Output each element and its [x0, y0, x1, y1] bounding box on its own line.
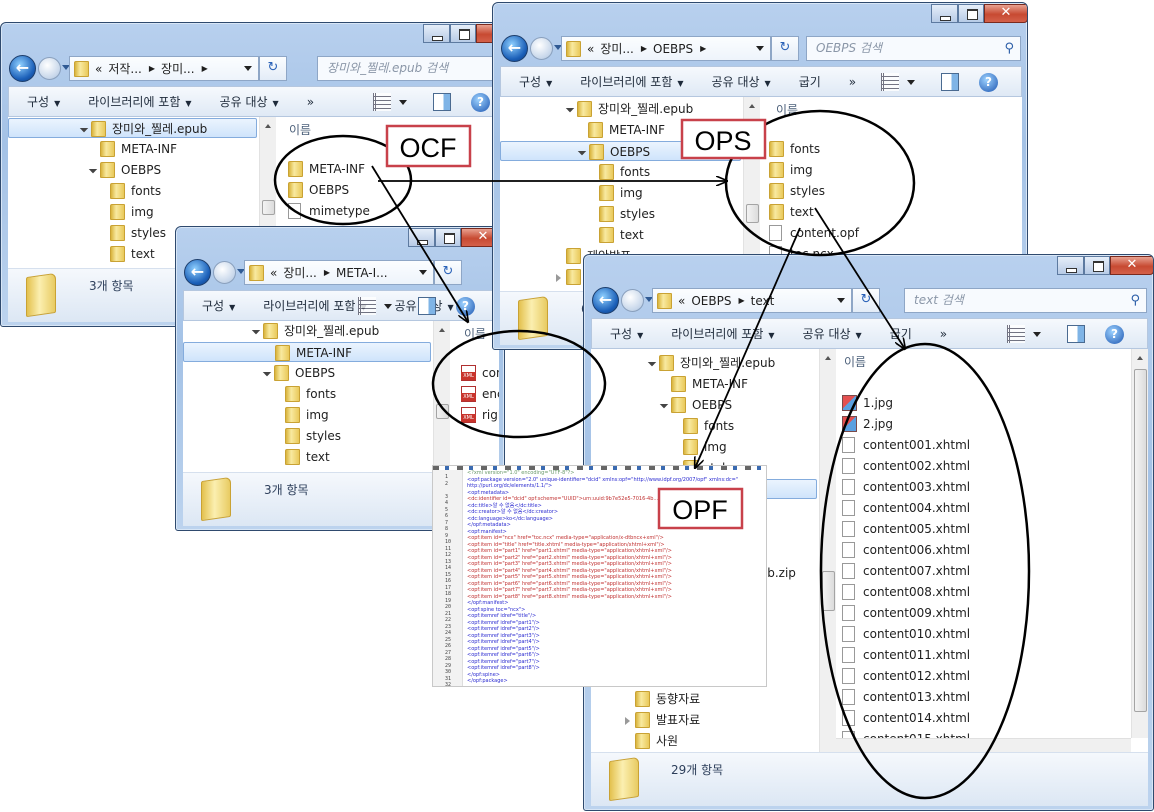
opf-label: OPF	[672, 495, 728, 525]
annotation-overlay: OCF OPS OPF	[273, 109, 1031, 800]
ocf-label: OCF	[400, 133, 457, 163]
ops-label: OPS	[694, 126, 751, 156]
text-folder-ellipse	[819, 342, 1031, 800]
content-opf-arrow	[695, 227, 801, 468]
meta-inf-arrow	[371, 165, 468, 322]
meta-inf-ellipse	[431, 329, 607, 439]
